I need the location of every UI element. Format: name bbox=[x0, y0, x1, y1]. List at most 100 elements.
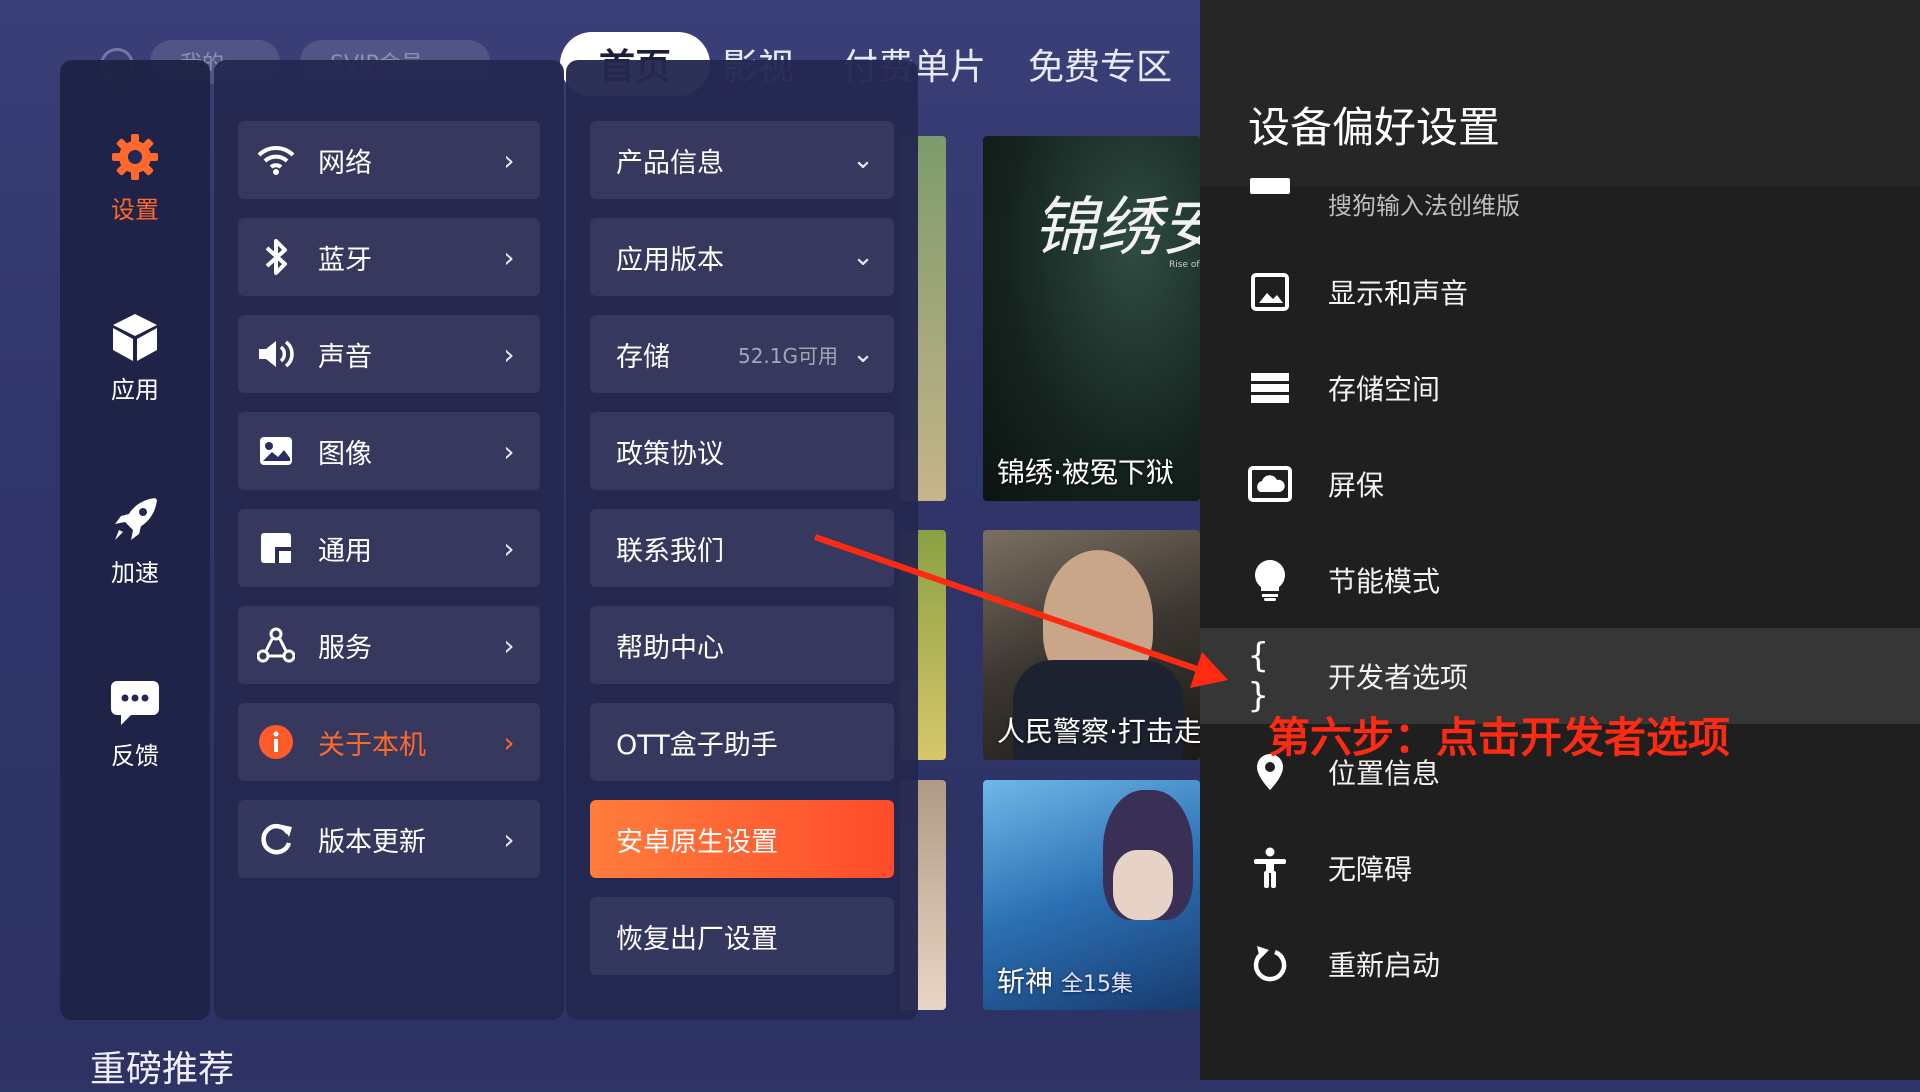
menu-item-about[interactable]: 关于本机 › bbox=[238, 703, 540, 781]
panel-label: 屏保 bbox=[1328, 469, 1385, 502]
menu-label-update: 版本更新 bbox=[318, 826, 426, 858]
chevron-right-icon: › bbox=[503, 434, 515, 468]
panel-label: 重新启动 bbox=[1328, 949, 1441, 982]
submenu-contact[interactable]: 联系我们 bbox=[590, 509, 894, 587]
keyboard-icon bbox=[1250, 178, 1290, 194]
poster-logo-text: 锦绣安宁 bbox=[1033, 191, 1200, 265]
general-icon bbox=[256, 528, 296, 568]
panel-item-screensaver[interactable]: 屏保 bbox=[1200, 436, 1920, 532]
poster-card-3[interactable]: 斩神 全15集 bbox=[983, 780, 1200, 1010]
poster-caption-3-title: 斩神 bbox=[997, 965, 1054, 998]
submenu-android-settings[interactable]: 安卓原生设置 bbox=[590, 800, 894, 878]
poster-caption-3-episodes: 全15集 bbox=[1061, 972, 1134, 997]
submenu-label: 政策协议 bbox=[616, 438, 724, 470]
chevron-right-icon: › bbox=[503, 725, 515, 759]
submenu-label: OTT盒子助手 bbox=[616, 729, 778, 761]
submenu-help[interactable]: 帮助中心 bbox=[590, 606, 894, 684]
chevron-down-icon: ⌄ bbox=[852, 339, 874, 369]
menu-item-picture[interactable]: 图像 › bbox=[238, 412, 540, 490]
panel-title: 设备偏好设置 bbox=[1248, 103, 1501, 152]
tab-free[interactable]: 免费专区 bbox=[1028, 38, 1172, 90]
restart-icon bbox=[1248, 942, 1292, 986]
storage-available: 52.1G可用 bbox=[737, 343, 838, 368]
submenu-factory-reset[interactable]: 恢复出厂设置 bbox=[590, 897, 894, 975]
submenu-app-version[interactable]: 应用版本 ⌄ bbox=[590, 218, 894, 296]
chevron-right-icon: › bbox=[503, 337, 515, 371]
wifi-icon bbox=[256, 140, 296, 180]
category-feedback[interactable]: 反馈 bbox=[60, 676, 210, 771]
menu-label-network: 网络 bbox=[318, 147, 372, 179]
panel-item-accessibility[interactable]: 无障碍 bbox=[1200, 820, 1920, 916]
image-icon bbox=[256, 431, 296, 471]
submenu-product-info[interactable]: 产品信息 ⌄ bbox=[590, 121, 894, 199]
submenu-label: 安卓原生设置 bbox=[616, 826, 778, 858]
panel-label: 无障碍 bbox=[1328, 853, 1413, 886]
submenu-label: 帮助中心 bbox=[616, 632, 724, 664]
gear-icon bbox=[108, 130, 162, 184]
bulb-icon bbox=[1248, 558, 1292, 602]
storage-icon bbox=[1248, 366, 1292, 410]
submenu-policy[interactable]: 政策协议 bbox=[590, 412, 894, 490]
menu-item-service[interactable]: 服务 › bbox=[238, 606, 540, 684]
speaker-icon bbox=[256, 334, 296, 374]
menu-label-general: 通用 bbox=[318, 535, 372, 567]
menu-label-picture: 图像 bbox=[318, 438, 372, 470]
panel-item-power-saving[interactable]: 节能模式 bbox=[1200, 532, 1920, 628]
menu-item-update[interactable]: 版本更新 › bbox=[238, 800, 540, 878]
poster-caption-3: 斩神 全15集 bbox=[997, 960, 1133, 1000]
submenu-label: 恢复出厂设置 bbox=[616, 923, 778, 955]
category-settings[interactable]: 设置 bbox=[60, 130, 210, 225]
menu-label-sound: 声音 bbox=[318, 341, 372, 373]
panel-item-keyboard-label[interactable]: 搜狗输入法创维版 bbox=[1328, 186, 1520, 221]
chevron-right-icon: › bbox=[503, 628, 515, 662]
poster-logo-sub: Rise of Ning bbox=[1169, 260, 1200, 270]
rocket-icon bbox=[108, 493, 162, 547]
menu-item-network[interactable]: 网络 › bbox=[238, 121, 540, 199]
poster-caption-1: 锦绣·被冤下狱 bbox=[997, 456, 1174, 489]
panel-item-restart[interactable]: 重新启动 bbox=[1200, 916, 1920, 1012]
menu-item-general[interactable]: 通用 › bbox=[238, 509, 540, 587]
section-title: 重磅推荐 bbox=[90, 1049, 235, 1090]
menu-label-service: 服务 bbox=[318, 632, 372, 664]
panel-item-display-sound[interactable]: 显示和声音 bbox=[1200, 244, 1920, 340]
chevron-down-icon: ⌄ bbox=[852, 145, 874, 175]
submenu-label: 应用版本 bbox=[616, 244, 724, 276]
chevron-down-icon: ⌄ bbox=[852, 242, 874, 272]
chevron-right-icon: › bbox=[503, 143, 515, 177]
screensaver-icon bbox=[1248, 462, 1292, 506]
poster-card-1[interactable]: 锦绣安宁 Rise of Ning 锦绣·被冤下狱 bbox=[983, 136, 1200, 501]
submenu-storage[interactable]: 存储 52.1G可用 ⌄ bbox=[590, 315, 894, 393]
category-label-settings: 设置 bbox=[111, 196, 159, 224]
category-label-feedback: 反馈 bbox=[111, 742, 159, 770]
panel-label: 显示和声音 bbox=[1328, 277, 1469, 310]
poster-card-2[interactable]: 人民警察·打击走 bbox=[983, 530, 1200, 760]
chevron-right-icon: › bbox=[503, 531, 515, 565]
chevron-right-icon: › bbox=[503, 240, 515, 274]
poster-caption-2: 人民警察·打击走 bbox=[997, 715, 1200, 748]
annotation-text: 第六步：点击开发者选项 bbox=[1268, 713, 1731, 762]
category-label-boost: 加速 bbox=[111, 559, 159, 587]
category-boost[interactable]: 加速 bbox=[60, 493, 210, 588]
panel-item-storage[interactable]: 存储空间 bbox=[1200, 340, 1920, 436]
accessibility-icon bbox=[1248, 846, 1292, 890]
menu-label-bluetooth: 蓝牙 bbox=[318, 244, 372, 276]
submenu-ott-assistant[interactable]: OTT盒子助手 bbox=[590, 703, 894, 781]
panel-label: 开发者选项 bbox=[1328, 661, 1469, 694]
chevron-right-icon: › bbox=[503, 822, 515, 856]
refresh-icon bbox=[256, 819, 296, 859]
anime-face-shape bbox=[1113, 850, 1173, 920]
panel-label: 节能模式 bbox=[1328, 565, 1441, 598]
menu-item-bluetooth[interactable]: 蓝牙 › bbox=[238, 218, 540, 296]
braces-icon: { } bbox=[1248, 636, 1269, 716]
menu-label-about: 关于本机 bbox=[318, 729, 426, 761]
device-preferences-panel: 设备偏好设置 搜狗输入法创维版 显示和声音 存储空间 屏保 节能模式 { } 开… bbox=[1200, 0, 1920, 1080]
menu-item-sound[interactable]: 声音 › bbox=[238, 315, 540, 393]
category-label-apps: 应用 bbox=[111, 376, 159, 404]
category-apps[interactable]: 应用 bbox=[60, 310, 210, 405]
bluetooth-icon bbox=[256, 237, 296, 277]
submenu-label: 存储 bbox=[616, 341, 670, 373]
chat-icon bbox=[108, 676, 162, 730]
submenu-label: 联系我们 bbox=[616, 535, 724, 567]
panel-label: 存储空间 bbox=[1328, 373, 1441, 406]
service-icon bbox=[256, 625, 296, 665]
